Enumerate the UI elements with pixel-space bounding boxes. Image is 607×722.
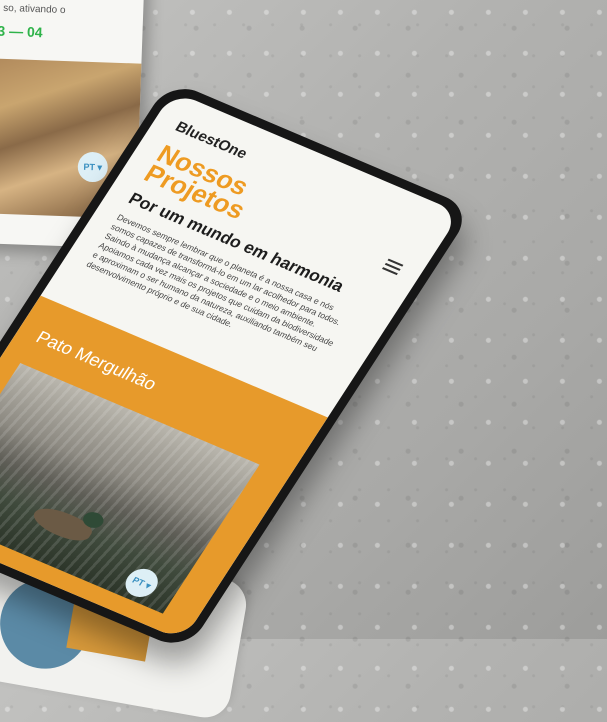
background-snippet: so, ativando o — [3, 2, 66, 17]
project-counter: 3 — 04 — [0, 22, 43, 41]
duck-figure — [28, 502, 97, 547]
hamburger-menu-icon[interactable] — [382, 258, 404, 276]
